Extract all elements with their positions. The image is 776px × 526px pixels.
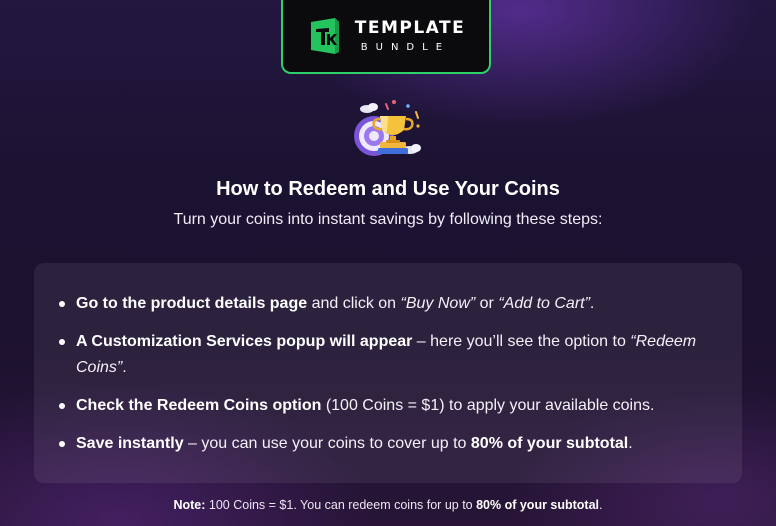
steps-card: Go to the product details page and click… bbox=[34, 263, 742, 483]
page-title: How to Redeem and Use Your Coins bbox=[216, 178, 560, 200]
logo-subtitle: BUNDLE bbox=[360, 41, 451, 53]
step-item: A Customization Services popup will appe… bbox=[56, 329, 716, 381]
coins-note: Note: 100 Coins = $1. You can redeem coi… bbox=[173, 498, 603, 512]
step-item: Save instantly – you can use your coins … bbox=[56, 431, 716, 457]
step-item: Go to the product details page and click… bbox=[56, 291, 716, 317]
trophy-icon bbox=[354, 100, 421, 156]
template-bundle-logo-icon bbox=[310, 18, 339, 54]
step-item: Check the Redeem Coins option (100 Coins… bbox=[56, 393, 716, 419]
template-bundle-logo[interactable]: TEMPLATE BUNDLE bbox=[281, 0, 491, 74]
steps-list: Go to the product details page and click… bbox=[56, 291, 716, 469]
page-subtitle: Turn your coins into instant savings by … bbox=[173, 211, 603, 228]
logo-title: TEMPLATE bbox=[354, 17, 466, 38]
